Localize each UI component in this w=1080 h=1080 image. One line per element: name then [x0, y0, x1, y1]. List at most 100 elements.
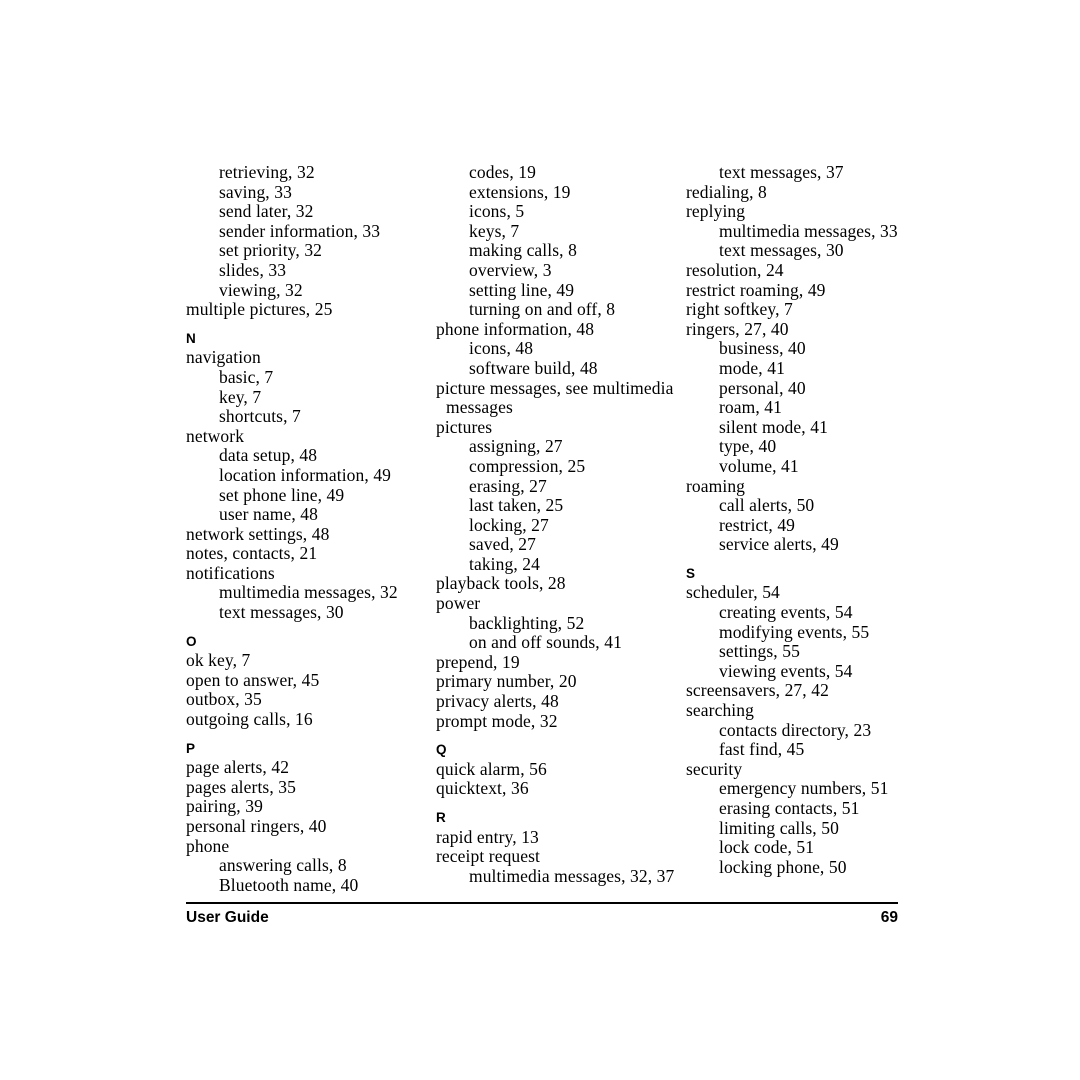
index-subentry: backlighting, 52 [469, 612, 585, 633]
index-subentry: data setup, 48 [219, 445, 318, 466]
index-entry: picture messages, see multimedia message… [436, 377, 674, 418]
letter-heading-p: P [186, 740, 196, 756]
index-subentry: multimedia messages, 32 [219, 582, 398, 603]
index-subentry: sender information, 33 [219, 220, 381, 241]
index-entry: phone information, 48 [436, 318, 595, 339]
column-1: retrieving, 32 saving, 33 send later, 32 se… [186, 162, 436, 895]
index-entry: notes, contacts, 21 [186, 543, 318, 564]
index-subentry: fast find, 45 [719, 739, 805, 760]
letter-heading-o: O [186, 633, 197, 649]
index-subentry: answering calls, 8 [219, 855, 347, 876]
index-entry: redialing, 8 [686, 181, 767, 202]
index-subentry: business, 40 [719, 338, 806, 359]
page-number: 69 [880, 909, 898, 926]
column-3: text messages, 37 redialing, 8 replying mul… [686, 162, 936, 877]
index-subentry: restrict, 49 [719, 514, 796, 535]
index-subentry: key, 7 [219, 386, 262, 407]
index-subentry: text messages, 37 [719, 162, 844, 182]
index-subentry: location information, 49 [219, 464, 392, 485]
index-entry: resolution, 24 [686, 259, 784, 280]
index-subentry: erasing contacts, 51 [719, 798, 860, 818]
letter-heading-s: S [686, 565, 696, 581]
index-subentry: retrieving, 32 [219, 162, 315, 182]
index-subentry: mode, 41 [719, 357, 785, 378]
column-2: codes, 19 extensions, 19 icons, 5 keys, 7 ma… [436, 162, 686, 886]
index-subentry: settings, 55 [719, 641, 800, 662]
index-subentry: text messages, 30 [219, 602, 344, 623]
page-footer: User Guide 69 [186, 902, 898, 927]
index-entry: ringers, 27, 40 [686, 318, 789, 339]
index-subentry: call alerts, 50 [719, 495, 815, 516]
footer-guide-label: User Guide [186, 909, 269, 926]
footer-row: User Guide 69 [186, 909, 898, 927]
index-subentry: locking, 27 [469, 514, 549, 535]
index-subentry: viewing, 32 [219, 279, 303, 300]
index-entry: prepend, 19 [436, 651, 520, 672]
index-subentry: assigning, 27 [469, 436, 563, 457]
index-subentry: on and off sounds, 41 [469, 632, 622, 653]
index-subentry: text messages, 30 [719, 240, 844, 261]
letter-heading-n: N [186, 330, 196, 346]
index-subentry: saving, 33 [219, 181, 292, 202]
index-entry: personal ringers, 40 [186, 816, 327, 836]
index-subentry: multimedia messages, 32, 37 [469, 865, 675, 886]
index-subentry: locking phone, 50 [719, 856, 847, 877]
index-subentry: type, 40 [719, 436, 777, 457]
letter-heading-q: Q [436, 742, 447, 758]
index-entry: power [436, 593, 481, 614]
index-subentry: emergency numbers, 51 [719, 778, 889, 799]
index-subentry: viewing events, 54 [719, 660, 853, 681]
index-entry: ok key, 7 [186, 650, 251, 671]
index-subentry: icons, 48 [469, 338, 534, 359]
index-entry: primary number, 20 [436, 671, 577, 692]
index-entry: security [686, 758, 743, 779]
index-subentry: silent mode, 41 [719, 416, 828, 437]
index-entry: open to answer, 45 [186, 669, 320, 690]
index-entry: screensavers, 27, 42 [686, 680, 829, 701]
index-entry: pages alerts, 35 [186, 776, 296, 797]
index-subentry: setting line, 49 [469, 279, 575, 300]
footer-divider [186, 902, 898, 904]
index-entry: page alerts, 42 [186, 757, 290, 778]
index-subentry: user name, 48 [219, 504, 318, 525]
index-subentry: roam, 41 [719, 397, 783, 418]
index-subentry: icons, 5 [469, 201, 525, 222]
index-subentry: codes, 19 [469, 162, 536, 182]
index-subentry: slides, 33 [219, 259, 287, 280]
index-subentry: modifying events, 55 [719, 621, 870, 642]
index-entry: rapid entry, 13 [436, 826, 539, 847]
index-entry: right softkey, 7 [686, 299, 793, 320]
index-entry: network settings, 48 [186, 523, 330, 544]
index-page: retrieving, 32 saving, 33 send later, 32 se… [0, 0, 1080, 1080]
index-subentry: Bluetooth name, 40 [219, 874, 359, 895]
index-subentry: set phone line, 49 [219, 484, 345, 505]
index-entry: receipt request [436, 846, 541, 867]
index-subentry: personal, 40 [719, 377, 806, 398]
index-subentry: service alerts, 49 [719, 534, 839, 555]
letter-heading-r: R [436, 810, 446, 825]
index-entry: outbox, 35 [186, 689, 262, 710]
index-entry: searching [686, 700, 754, 721]
index-entry: quick alarm, 56 [436, 758, 547, 779]
index-subentry: set priority, 32 [219, 240, 323, 261]
index-subentry: saved, 27 [469, 534, 536, 555]
index-subentry: multimedia messages, 33 [719, 220, 898, 241]
index-subentry: send later, 32 [219, 201, 314, 222]
index-entry: phone [186, 835, 230, 856]
index-subentry: shortcuts, 7 [219, 406, 301, 427]
index-subentry: limiting calls, 50 [719, 817, 839, 838]
index-entry: notifications [186, 562, 275, 583]
index-entry: outgoing calls, 16 [186, 709, 313, 730]
index-entry: pictures [436, 416, 493, 437]
index-entry: scheduler, 54 [686, 582, 780, 603]
index-entry: restrict roaming, 49 [686, 279, 826, 300]
index-columns: retrieving, 32 saving, 33 send later, 32 se… [186, 162, 898, 895]
index-subentry: contacts directory, 23 [719, 719, 872, 740]
index-entry: roaming [686, 475, 746, 496]
index-subentry: keys, 7 [469, 220, 520, 241]
index-subentry: taking, 24 [469, 553, 540, 574]
index-entry: pairing, 39 [186, 796, 263, 817]
index-entry: multiple pictures, 25 [186, 299, 333, 320]
index-subentry: extensions, 19 [469, 181, 571, 202]
index-subentry: last taken, 25 [469, 495, 564, 516]
